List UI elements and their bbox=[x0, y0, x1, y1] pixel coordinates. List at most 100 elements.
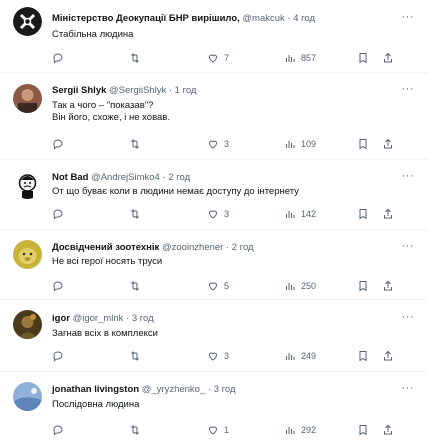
retweet-icon bbox=[131, 351, 139, 361]
share-icon bbox=[384, 424, 392, 435]
bookmark-button[interactable] bbox=[357, 280, 369, 292]
retweet-button[interactable] bbox=[129, 138, 141, 150]
author-handle[interactable]: @_yryzhenko_ bbox=[142, 384, 206, 395]
author-name[interactable]: Міністерство Деокупації БНР вирішило, bbox=[52, 13, 240, 24]
like-button[interactable]: 1 bbox=[207, 424, 229, 436]
tweet[interactable]: jonathan livingston @_yryzhenko_ · 3 год… bbox=[0, 372, 428, 445]
retweet-button[interactable] bbox=[129, 52, 141, 64]
avatar[interactable] bbox=[13, 170, 42, 199]
author-handle[interactable]: @SergiiShlyk bbox=[109, 85, 166, 96]
like-button[interactable]: 5 bbox=[207, 280, 229, 292]
retweet-icon bbox=[131, 209, 139, 219]
views-button[interactable]: 250 bbox=[284, 280, 316, 292]
tweet-header: Міністерство Деокупації БНР вирішило, @m… bbox=[52, 13, 398, 25]
like-button[interactable]: 3 bbox=[207, 350, 229, 362]
author-name[interactable]: Досвідчений зоотехнік bbox=[52, 242, 159, 253]
tweet[interactable]: igor @igor_mlnk · 3 год ··· Загнав всіх … bbox=[0, 300, 428, 372]
author-name[interactable]: igor bbox=[52, 313, 70, 324]
tweet[interactable]: Досвідчений зоотехнік @zooinzhener · 2 г… bbox=[0, 230, 428, 300]
views-button[interactable]: 142 bbox=[284, 208, 316, 220]
author-handle[interactable]: @makcuk bbox=[242, 13, 284, 24]
tweet-header: Досвідчений зоотехнік @zooinzhener · 2 г… bbox=[52, 242, 398, 254]
retweet-button[interactable] bbox=[129, 280, 141, 292]
timestamp[interactable]: 3 год bbox=[132, 313, 154, 324]
reply-button[interactable] bbox=[52, 138, 64, 150]
reply-button[interactable] bbox=[52, 350, 64, 362]
avatar[interactable] bbox=[13, 310, 42, 339]
more-options-icon[interactable]: ··· bbox=[402, 311, 415, 323]
author-name[interactable]: jonathan livingston bbox=[52, 384, 139, 395]
retweet-button[interactable] bbox=[129, 350, 141, 362]
heart-icon bbox=[208, 426, 218, 435]
timestamp[interactable]: 3 год bbox=[214, 384, 236, 395]
avatar[interactable] bbox=[13, 84, 42, 113]
author-handle[interactable]: @zooinzhener bbox=[162, 242, 223, 253]
avatar[interactable] bbox=[13, 240, 42, 269]
like-button[interactable]: 3 bbox=[207, 138, 229, 150]
reply-button[interactable] bbox=[52, 280, 64, 292]
avatar[interactable] bbox=[13, 382, 42, 411]
timestamp[interactable]: 2 год bbox=[232, 242, 254, 253]
view-count: 250 bbox=[301, 281, 317, 291]
timestamp[interactable]: 2 год bbox=[168, 172, 190, 183]
reply-button[interactable] bbox=[52, 424, 64, 436]
bookmark-button[interactable] bbox=[357, 52, 369, 64]
more-options-icon[interactable]: ··· bbox=[402, 11, 415, 23]
share-button[interactable] bbox=[382, 138, 394, 150]
author-handle[interactable]: @igor_mlnk bbox=[73, 313, 124, 324]
view-count: 142 bbox=[301, 209, 317, 219]
reply-button[interactable] bbox=[52, 208, 64, 220]
views-icon bbox=[286, 283, 295, 290]
action-bar: 1 292 bbox=[52, 424, 418, 438]
tweet[interactable]: Sergii Shlyk @SergiiShlyk · 1 год ··· Та… bbox=[0, 73, 428, 160]
heart-icon bbox=[208, 282, 218, 291]
more-options-icon[interactable]: ··· bbox=[402, 83, 415, 95]
retweet-icon bbox=[131, 425, 139, 435]
action-bar: 3 249 bbox=[52, 350, 418, 364]
timestamp[interactable]: 1 год bbox=[175, 85, 197, 96]
share-button[interactable] bbox=[382, 424, 394, 436]
like-button[interactable]: 7 bbox=[207, 52, 229, 64]
tweet-text: Послідовна людина bbox=[52, 399, 140, 410]
tweet-text: Не всі герої носять труси bbox=[52, 256, 163, 267]
more-options-icon[interactable]: ··· bbox=[402, 240, 415, 252]
retweet-icon bbox=[131, 139, 139, 149]
share-button[interactable] bbox=[382, 350, 394, 362]
tweet[interactable]: Міністерство Деокупації БНР вирішило, @m… bbox=[0, 0, 428, 73]
author-handle[interactable]: @AndrejSimko4 bbox=[91, 172, 160, 183]
tweet[interactable]: Not Bad @AndrejSimko4 · 2 год ··· От що … bbox=[0, 160, 428, 230]
reply-icon bbox=[53, 139, 63, 150]
retweet-button[interactable] bbox=[129, 208, 141, 220]
reply-icon bbox=[53, 351, 63, 362]
reply-button[interactable] bbox=[52, 52, 64, 64]
tweet-header: Not Bad @AndrejSimko4 · 2 год bbox=[52, 172, 398, 184]
bookmark-button[interactable] bbox=[357, 350, 369, 362]
more-options-icon[interactable]: ··· bbox=[402, 170, 415, 182]
bookmark-button[interactable] bbox=[357, 208, 369, 220]
view-count: 857 bbox=[301, 53, 317, 63]
retweet-button[interactable] bbox=[129, 424, 141, 436]
like-button[interactable]: 3 bbox=[207, 208, 229, 220]
author-name[interactable]: Sergii Shlyk bbox=[52, 85, 106, 96]
views-button[interactable]: 292 bbox=[284, 424, 316, 436]
tweet-text: Так а чого – "показав"? Він його, схоже,… bbox=[52, 100, 170, 123]
share-button[interactable] bbox=[382, 52, 394, 64]
separator: · bbox=[168, 85, 173, 96]
views-icon bbox=[286, 55, 295, 62]
heart-icon bbox=[208, 54, 218, 63]
bookmark-button[interactable] bbox=[357, 138, 369, 150]
share-button[interactable] bbox=[382, 208, 394, 220]
separator: · bbox=[207, 384, 212, 395]
views-button[interactable]: 109 bbox=[284, 138, 316, 150]
views-button[interactable]: 249 bbox=[284, 350, 316, 362]
avatar[interactable] bbox=[13, 7, 42, 36]
views-button[interactable]: 857 bbox=[284, 52, 316, 64]
separator: · bbox=[162, 172, 166, 183]
share-button[interactable] bbox=[382, 280, 394, 292]
reply-feed: Міністерство Деокупації БНР вирішило, @m… bbox=[0, 0, 428, 445]
timestamp[interactable]: 4 год bbox=[293, 13, 315, 24]
more-options-icon[interactable]: ··· bbox=[402, 382, 415, 394]
separator: · bbox=[225, 242, 230, 253]
bookmark-button[interactable] bbox=[357, 424, 369, 436]
author-name[interactable]: Not Bad bbox=[52, 172, 88, 183]
